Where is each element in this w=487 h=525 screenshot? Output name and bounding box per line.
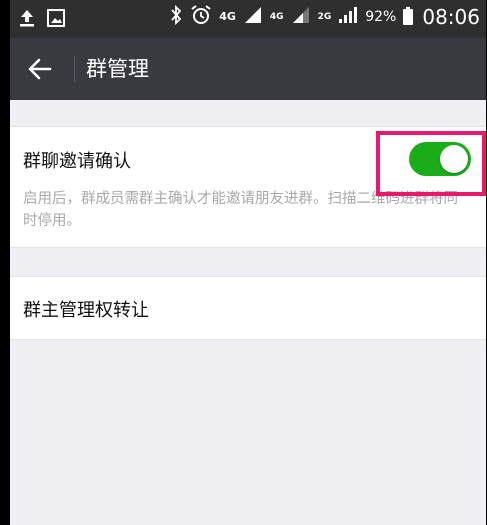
- page-title: 群管理: [86, 57, 149, 81]
- back-arrow-icon[interactable]: [24, 53, 56, 85]
- bluetooth-icon: [169, 4, 183, 30]
- status-right: 4G 4G 2G 92% 08:06: [169, 4, 480, 30]
- title-bar: 群管理: [10, 38, 486, 100]
- battery-icon: [403, 7, 414, 25]
- signal-icon: [291, 5, 311, 29]
- clock: 08:06: [422, 5, 480, 29]
- status-left: [18, 8, 66, 32]
- network-type-3: 2G: [317, 12, 332, 22]
- battery-percent: 92%: [365, 9, 397, 25]
- title-divider: [74, 56, 75, 82]
- invite-confirm-setting: 群聊邀请确认 启用后，群成员需群主确认才能邀请朋友进群。扫描二维码进群将同时停用…: [10, 126, 486, 248]
- upload-icon: [18, 8, 36, 32]
- status-bar: 4G 4G 2G 92% 08:06: [10, 0, 486, 38]
- network-type-2: 4G: [269, 12, 284, 22]
- transfer-ownership-item[interactable]: 群主管理权转让: [10, 276, 486, 340]
- signal-icon: [338, 5, 358, 29]
- screen: 4G 4G 2G 92% 08:06 群管理 群聊邀请确认 启用后，群成员需群主…: [10, 0, 486, 525]
- alarm-icon: [190, 4, 212, 30]
- network-type-1: 4G: [219, 10, 236, 23]
- transfer-ownership-label: 群主管理权转让: [23, 300, 149, 321]
- invite-confirm-description: 启用后，群成员需群主确认才能邀请朋友进群。扫描二维码进群将同时停用。: [23, 191, 458, 229]
- signal-icon: [243, 5, 263, 29]
- toggle-knob: [440, 145, 468, 173]
- invite-confirm-toggle[interactable]: [409, 142, 471, 176]
- image-icon: [46, 8, 66, 32]
- invite-confirm-label: 群聊邀请确认: [23, 151, 131, 172]
